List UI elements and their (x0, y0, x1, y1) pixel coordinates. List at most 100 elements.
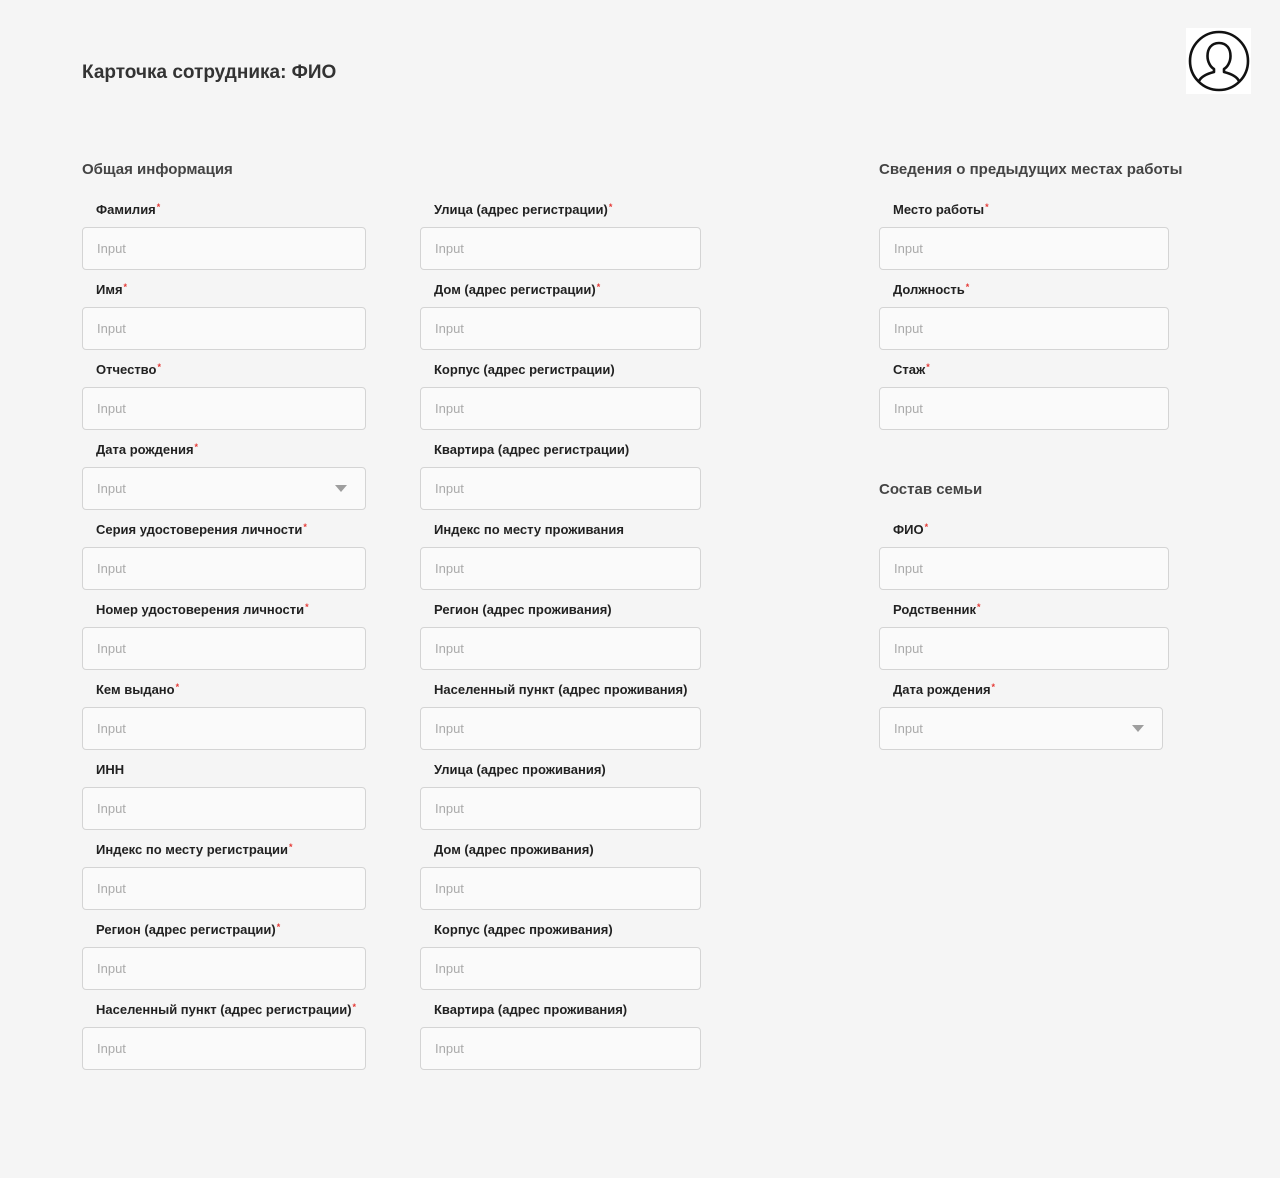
field-label-text: Отчество (96, 362, 157, 377)
text-input[interactable] (880, 388, 1168, 429)
text-input[interactable] (83, 708, 365, 749)
section-title-general: Общая информация (82, 161, 233, 178)
text-input-wrapper[interactable] (420, 547, 701, 590)
page-title: Карточка сотрудника: ФИО (82, 62, 337, 83)
chevron-down-icon[interactable] (1132, 725, 1144, 732)
text-input[interactable] (83, 1028, 365, 1069)
family-field: Родственник* (879, 600, 1169, 680)
text-input-wrapper[interactable] (420, 387, 701, 430)
text-input-wrapper[interactable] (879, 627, 1169, 670)
text-input-wrapper[interactable] (420, 787, 701, 830)
text-input[interactable] (421, 788, 700, 829)
address-field: Дом (адрес проживания) (420, 840, 701, 920)
text-input[interactable] (83, 948, 365, 989)
address-field: Улица (адрес регистрации)* (420, 200, 701, 280)
text-input-wrapper[interactable] (82, 707, 366, 750)
text-input-wrapper[interactable] (420, 707, 701, 750)
required-marker: * (175, 682, 180, 692)
text-input[interactable] (83, 788, 365, 829)
required-marker: * (977, 602, 981, 612)
required-marker: * (303, 522, 307, 532)
text-input[interactable] (421, 308, 700, 349)
text-input[interactable] (83, 388, 365, 429)
text-input-wrapper[interactable] (82, 547, 366, 590)
text-input-wrapper[interactable] (82, 627, 366, 670)
field-label-text: ИНН (96, 762, 125, 777)
text-input-wrapper[interactable] (82, 387, 366, 430)
text-input[interactable] (83, 868, 365, 909)
text-input[interactable] (421, 228, 700, 269)
text-input-wrapper[interactable] (82, 867, 366, 910)
date-select[interactable] (879, 707, 1163, 750)
text-input-wrapper[interactable] (879, 547, 1169, 590)
field-label-text: Дата рождения (96, 442, 194, 457)
text-input[interactable] (421, 548, 700, 589)
text-input-wrapper[interactable] (420, 867, 701, 910)
text-input-wrapper[interactable] (879, 227, 1169, 270)
field-label: ИНН (82, 760, 366, 780)
text-input-wrapper[interactable] (420, 947, 701, 990)
field-label-text: Стаж (893, 362, 926, 377)
date-select[interactable] (82, 467, 366, 510)
work-family-column: Сведения о предыдущих местах работы Мест… (879, 160, 1182, 750)
text-input[interactable] (421, 948, 700, 989)
text-input[interactable] (83, 308, 365, 349)
text-input[interactable] (421, 1028, 700, 1069)
text-input[interactable] (880, 308, 1168, 349)
text-input[interactable] (83, 628, 365, 669)
address-field: Корпус (адрес проживания) (420, 920, 701, 1000)
date-select-input[interactable] (83, 468, 365, 509)
text-input[interactable] (421, 388, 700, 429)
text-input[interactable] (880, 548, 1168, 589)
text-input-wrapper[interactable] (420, 467, 701, 510)
general-field: Регион (адрес регистрации)* (82, 920, 366, 1000)
address-field: Улица (адрес проживания) (420, 760, 701, 840)
text-input-wrapper[interactable] (82, 947, 366, 990)
family-fields: ФИО*Родственник*Дата рождения* (879, 520, 1169, 760)
field-label-text: Дата рождения (893, 682, 991, 697)
general-field: Кем выдано* (82, 680, 366, 760)
text-input-wrapper[interactable] (82, 227, 366, 270)
field-label: Улица (адрес регистрации)* (420, 200, 701, 220)
text-input-wrapper[interactable] (82, 1027, 366, 1070)
field-label: Квартира (адрес регистрации) (420, 440, 701, 460)
text-input[interactable] (880, 628, 1168, 669)
text-input-wrapper[interactable] (420, 227, 701, 270)
text-input[interactable] (880, 228, 1168, 269)
field-label: Кем выдано* (82, 680, 366, 700)
field-label: Квартира (адрес проживания) (420, 1000, 701, 1020)
text-input[interactable] (83, 228, 365, 269)
field-label: Индекс по месту регистрации* (82, 840, 366, 860)
text-input[interactable] (83, 548, 365, 589)
field-label: Улица (адрес проживания) (420, 760, 701, 780)
text-input-wrapper[interactable] (420, 307, 701, 350)
text-input[interactable] (421, 628, 700, 669)
text-input-wrapper[interactable] (420, 1027, 701, 1070)
field-label-text: Фамилия (96, 202, 156, 217)
general-field: Номер удостоверения личности* (82, 600, 366, 680)
date-select-input[interactable] (880, 708, 1162, 749)
text-input-wrapper[interactable] (82, 307, 366, 350)
field-label-text: Дом (адрес проживания) (434, 842, 594, 857)
text-input[interactable] (421, 868, 700, 909)
field-label: Номер удостоверения личности* (82, 600, 366, 620)
field-label: Регион (адрес регистрации)* (82, 920, 366, 940)
avatar[interactable] (1186, 28, 1251, 94)
required-marker: * (926, 362, 930, 372)
field-label-text: Родственник (893, 602, 977, 617)
field-label: Отчество* (82, 360, 366, 380)
family-field: ФИО* (879, 520, 1169, 600)
family-field: Дата рождения* (879, 680, 1169, 760)
chevron-down-icon[interactable] (335, 485, 347, 492)
address-section: Улица (адрес регистрации)* Дом (адрес рег… (420, 160, 701, 1080)
text-input-wrapper[interactable] (420, 627, 701, 670)
text-input-wrapper[interactable] (879, 307, 1169, 350)
text-input[interactable] (421, 708, 700, 749)
text-input-wrapper[interactable] (82, 787, 366, 830)
field-label-text: Корпус (адрес регистрации) (434, 362, 615, 377)
address-field: Дом (адрес регистрации)* (420, 280, 701, 360)
section-title-address (420, 160, 701, 180)
text-input[interactable] (421, 468, 700, 509)
text-input-wrapper[interactable] (879, 387, 1169, 430)
field-label-text: Регион (адрес проживания) (434, 602, 612, 617)
